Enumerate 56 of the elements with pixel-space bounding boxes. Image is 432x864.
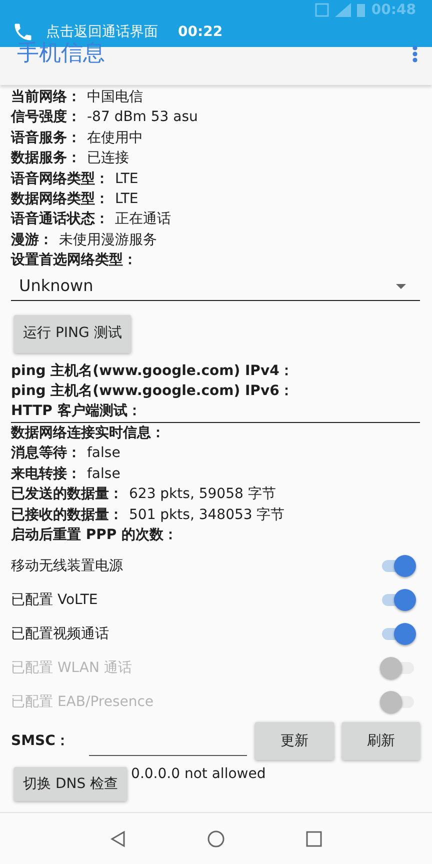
field-value: LTE <box>115 190 138 210</box>
field-value: 在使用中 <box>87 128 143 148</box>
toggle-switch[interactable] <box>380 589 416 612</box>
field-value: LTE <box>115 170 138 189</box>
field-value: false <box>87 444 120 464</box>
switch-label: 移动无线装置电源 <box>11 556 123 576</box>
test-result-label: ping 主机名(www.google.com) IPv6： <box>11 382 294 402</box>
switch-label: 已配置视频通话 <box>11 624 109 644</box>
field-label: 语音网络类型： <box>11 170 109 189</box>
recents-icon[interactable] <box>306 830 322 846</box>
phone-icon <box>12 21 34 43</box>
section-title: 数据网络连接实时信息： <box>11 424 166 443</box>
ping-test-button[interactable]: 运行 PING 测试 <box>14 314 131 353</box>
field-value: 623 pkts, 59058 字节 <box>129 485 276 504</box>
test-result-label: ping 主机名(www.google.com) IPv4： <box>11 362 294 381</box>
back-icon[interactable] <box>110 830 126 848</box>
action-button[interactable]: 刷新 <box>342 722 420 760</box>
field-label: 消息等待： <box>11 444 81 464</box>
field-label: 来电转接： <box>11 464 81 484</box>
field-label: 已接收的数据量： <box>11 506 123 524</box>
test-result-label: HTTP 客户端测试： <box>11 402 142 422</box>
app-title: 手机信息 <box>17 43 105 65</box>
network-type-dropdown[interactable]: Unknown <box>11 272 420 301</box>
smsc-label: SMSC： <box>11 732 70 751</box>
switch-label: 已配置 VoLTE <box>11 590 98 610</box>
field-value: 已连接 <box>87 149 129 168</box>
toggle-switch[interactable] <box>380 623 416 646</box>
home-icon[interactable] <box>206 830 225 848</box>
switch-label: 已配置 WLAN 通话 <box>11 658 132 678</box>
more-icon[interactable] <box>412 45 418 63</box>
signal-icon <box>335 3 352 17</box>
dropdown-caret-icon <box>396 284 406 289</box>
field-value: false <box>87 464 120 484</box>
field-label: 数据服务： <box>11 149 81 168</box>
field-value: -87 dBm 53 asu <box>87 108 198 128</box>
field-value: 中国电信 <box>87 88 143 107</box>
switch-label: 已配置 EAB/Presence <box>11 692 154 712</box>
field-label: 语音服务： <box>11 128 81 148</box>
field-label: 设置首选网络类型： <box>11 251 138 270</box>
dns-check-button[interactable]: 切换 DNS 检查 <box>14 767 128 802</box>
field-value: 正在通话 <box>115 210 171 230</box>
action-button[interactable]: 更新 <box>255 722 334 760</box>
toggle-switch[interactable] <box>380 555 416 578</box>
field-value: 未使用漫游服务 <box>59 230 157 250</box>
battery-icon <box>357 3 366 17</box>
field-label: 已发送的数据量： <box>11 485 123 504</box>
field-label: 启动后重置 PPP 的次数： <box>11 526 178 545</box>
field-label: 数据网络类型： <box>11 190 109 210</box>
field-label: 当前网络： <box>11 88 81 107</box>
clock: 00:48 <box>371 0 416 20</box>
dns-status-text: 0.0.0.0 not allowed <box>131 767 266 782</box>
call-timer: 00:22 <box>178 22 223 42</box>
field-value: 501 pkts, 348053 字节 <box>129 506 285 524</box>
field-label: 漫游： <box>11 230 53 250</box>
field-label: 语音通话状态： <box>11 210 109 230</box>
field-label: 信号强度： <box>11 108 81 128</box>
